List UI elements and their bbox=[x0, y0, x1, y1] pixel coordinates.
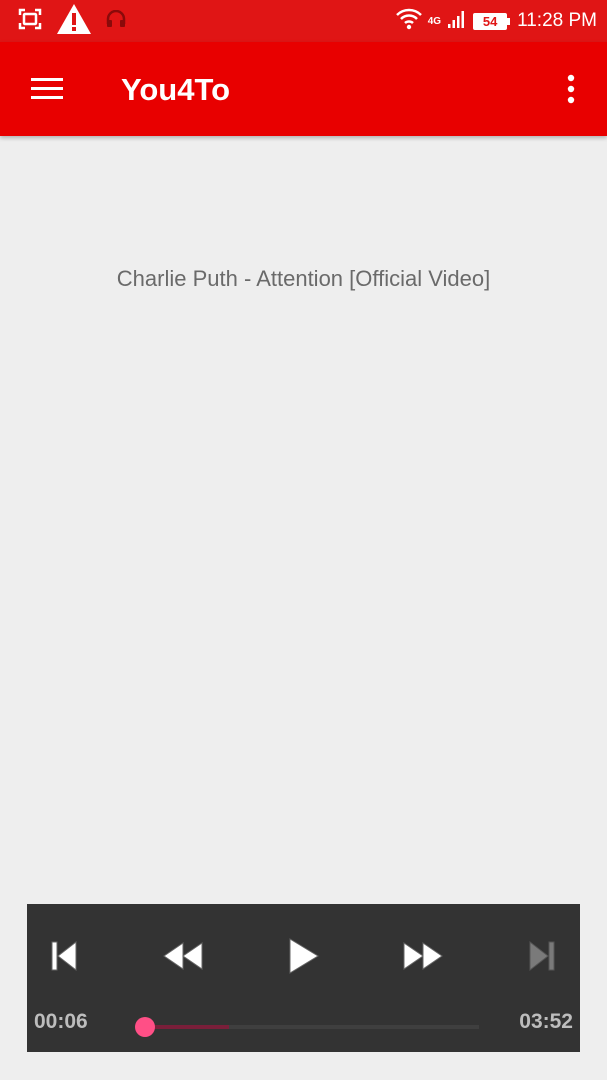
network-type: 4G bbox=[427, 15, 442, 27]
app-bar: You4To bbox=[0, 42, 607, 136]
rewind-icon[interactable] bbox=[161, 934, 205, 978]
status-bar-right: 4G 54 11:28 PM bbox=[395, 5, 597, 37]
total-time: 03:52 bbox=[519, 1010, 573, 1033]
elapsed-time: 00:06 bbox=[34, 1010, 88, 1033]
status-time: 11:28 PM bbox=[517, 10, 597, 31]
video-title: Charlie Puth - Attention [Official Video… bbox=[116, 266, 491, 291]
play-icon[interactable] bbox=[281, 934, 325, 978]
status-bar: 4G 54 11:28 PM bbox=[0, 0, 607, 42]
app-title: You4To bbox=[121, 72, 231, 107]
hamburger-menu-icon[interactable] bbox=[27, 72, 67, 106]
screenshot-icon bbox=[18, 8, 42, 35]
skip-previous-icon[interactable] bbox=[42, 934, 86, 978]
signal-icon bbox=[447, 9, 467, 34]
warning-icon bbox=[56, 3, 92, 40]
seek-thumb[interactable] bbox=[134, 1017, 155, 1037]
fast-forward-icon[interactable] bbox=[401, 934, 445, 978]
status-bar-left bbox=[18, 3, 126, 40]
headphones-icon bbox=[106, 9, 126, 33]
seek-bar[interactable] bbox=[134, 1017, 479, 1037]
wifi-icon bbox=[395, 8, 422, 35]
more-vert-icon[interactable] bbox=[559, 72, 583, 106]
battery-icon: 54 bbox=[473, 12, 511, 30]
media-player: 00:06 03:52 bbox=[27, 904, 580, 1052]
skip-next-icon[interactable] bbox=[520, 934, 564, 978]
